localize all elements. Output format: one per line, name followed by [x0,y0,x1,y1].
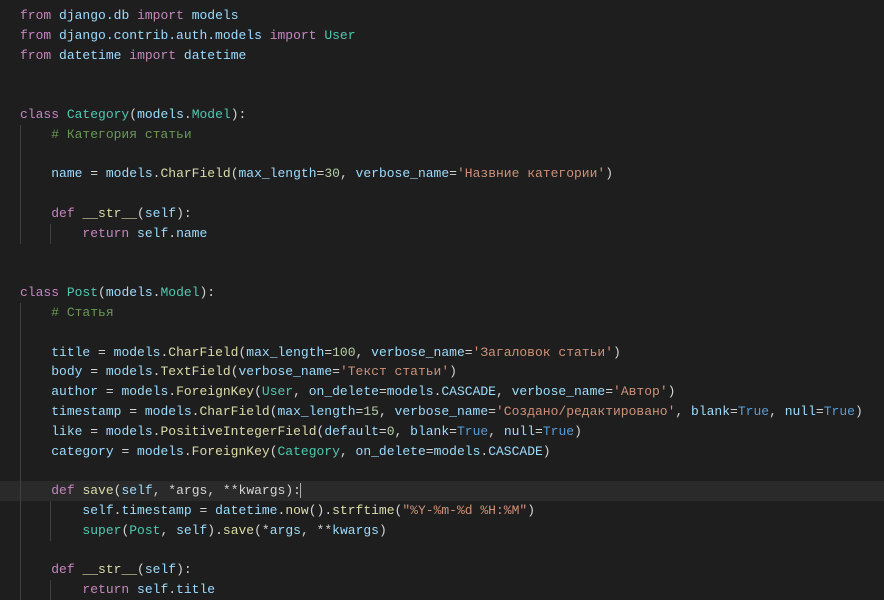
code-editor[interactable]: from django.db import models from django… [0,6,884,600]
blank-line [0,461,884,481]
code-line: name = models.CharField(max_length=30, v… [0,164,884,184]
blank-line [0,323,884,343]
code-line-active: def save(self, *args, **kwargs): [0,481,884,501]
code-line: class Post(models.Model): [0,283,884,303]
keyword: import [137,8,184,23]
code-line: timestamp = models.CharField(max_length=… [0,402,884,422]
code-line: self.timestamp = datetime.now().strftime… [0,501,884,521]
code-line: like = models.PositiveIntegerField(defau… [0,422,884,442]
code-line: # Статья [0,303,884,323]
code-line: def __str__(self): [0,560,884,580]
comment: # Категория статьи [51,127,191,142]
code-line: from datetime import datetime [0,46,884,66]
blank-line [0,184,884,204]
blank-line [0,263,884,283]
keyword: from [20,8,51,23]
code-line: def __str__(self): [0,204,884,224]
code-line: body = models.TextField(verbose_name='Те… [0,362,884,382]
module: django.db [59,8,129,23]
code-line: return self.name [0,224,884,244]
code-line: author = models.ForeignKey(User, on_dele… [0,382,884,402]
cursor-icon [300,483,301,498]
code-line: return self.title [0,580,884,600]
blank-line [0,244,884,264]
code-line: class Category(models.Model): [0,105,884,125]
blank-line [0,145,884,165]
code-line: super(Post, self).save(*args, **kwargs) [0,521,884,541]
identifier: models [192,8,239,23]
blank-line [0,85,884,105]
comment: # Статья [51,305,113,320]
code-line: title = models.CharField(max_length=100,… [0,343,884,363]
blank-line [0,65,884,85]
blank-line [0,541,884,561]
code-line: from django.db import models [0,6,884,26]
code-line: category = models.ForeignKey(Category, o… [0,442,884,462]
code-line: from django.contrib.auth.models import U… [0,26,884,46]
code-line: # Категория статьи [0,125,884,145]
